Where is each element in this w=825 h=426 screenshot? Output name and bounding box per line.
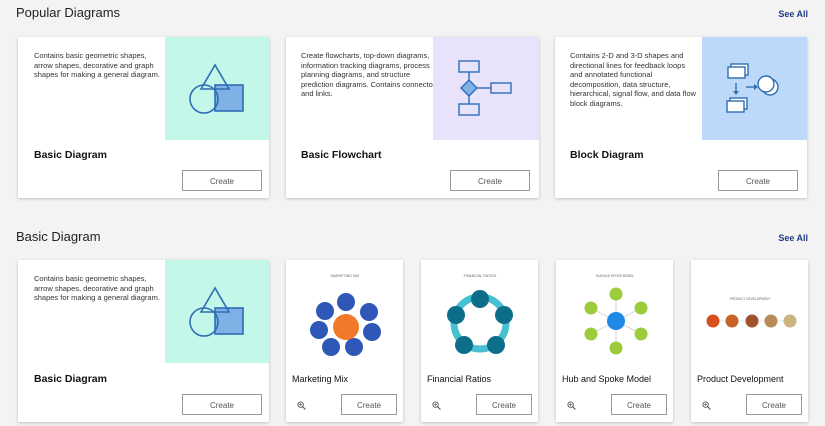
card-description: Contains basic geometric shapes, arrow s… <box>34 51 160 80</box>
template-card-block-diagram[interactable]: Contains 2-D and 3-D shapes and directio… <box>555 37 807 198</box>
flowchart-icon <box>458 60 512 116</box>
create-button[interactable]: Create <box>182 170 262 191</box>
zoom-in-icon[interactable] <box>432 401 441 410</box>
template-title: Financial Ratios <box>427 374 492 384</box>
template-title: Product Development <box>697 374 784 384</box>
card-title: Basic Diagram <box>34 149 107 161</box>
block-diagram-icon <box>726 63 779 113</box>
card-title: Basic Flowchart <box>301 149 382 161</box>
template-card-product-development[interactable]: PRODUCT DEVELOPMENT Product Development … <box>691 260 808 422</box>
card-preview <box>165 37 269 140</box>
card-preview <box>165 260 269 363</box>
template-card-financial-ratios[interactable]: FINANCIAL RATIOS Financial Ratios Create <box>421 260 538 422</box>
card-description: Contains basic geometric shapes, arrow s… <box>34 274 160 303</box>
template-thumbnail: MARKETING MIX <box>291 265 398 361</box>
template-thumbnail: HUB AND SPOKE MODEL <box>561 265 668 361</box>
template-card-marketing-mix[interactable]: MARKETING MIX Marketing Mix Create <box>286 260 403 422</box>
see-all-link-basic-diagram[interactable]: See All <box>778 233 808 243</box>
card-title: Block Diagram <box>570 149 644 161</box>
zoom-in-icon[interactable] <box>702 401 711 410</box>
template-thumbnail: PRODUCT DEVELOPMENT <box>696 265 803 361</box>
card-preview <box>702 37 807 140</box>
create-button[interactable]: Create <box>341 394 397 415</box>
see-all-link-popular[interactable]: See All <box>778 9 808 19</box>
thumb-title: FINANCIAL RATIOS <box>464 274 497 278</box>
card-title: Basic Diagram <box>34 373 107 385</box>
zoom-in-icon[interactable] <box>567 401 576 410</box>
zoom-in-icon[interactable] <box>297 401 306 410</box>
create-button[interactable]: Create <box>450 170 530 191</box>
template-card-basic-diagram[interactable]: Contains basic geometric shapes, arrow s… <box>18 37 269 198</box>
template-title: Marketing Mix <box>292 374 349 384</box>
card-description: Contains 2-D and 3-D shapes and directio… <box>570 51 696 108</box>
thumb-title: HUB AND SPOKE MODEL <box>596 274 634 278</box>
create-button[interactable]: Create <box>746 394 802 415</box>
marketing-mix-thumbnail: MARKETING MIX <box>310 274 381 356</box>
create-button[interactable]: Create <box>611 394 667 415</box>
create-button[interactable]: Create <box>182 394 262 415</box>
template-thumbnail: FINANCIAL RATIOS <box>426 265 533 361</box>
hub-and-spoke-thumbnail: HUB AND SPOKE MODEL <box>584 274 648 355</box>
thumb-title: PRODUCT DEVELOPMENT <box>730 297 771 301</box>
section-title-basic-diagram: Basic Diagram <box>16 229 101 244</box>
basic-shapes-icon <box>189 286 244 337</box>
product-development-thumbnail: PRODUCT DEVELOPMENT <box>706 297 797 328</box>
create-button[interactable]: Create <box>718 170 798 191</box>
thumb-title: MARKETING MIX <box>331 274 360 278</box>
create-button[interactable]: Create <box>476 394 532 415</box>
financial-ratios-thumbnail: FINANCIAL RATIOS <box>447 274 513 354</box>
card-preview <box>433 37 539 140</box>
card-description: Create flowcharts, top-down diagrams, in… <box>301 51 439 99</box>
template-title: Hub and Spoke Model <box>562 374 652 384</box>
template-card-basic-diagram-main[interactable]: Contains basic geometric shapes, arrow s… <box>18 260 269 422</box>
basic-shapes-icon <box>189 63 244 114</box>
section-title-popular: Popular Diagrams <box>16 5 121 20</box>
template-card-hub-and-spoke-model[interactable]: HUB AND SPOKE MODEL Hub and Spoke Model … <box>556 260 673 422</box>
template-card-basic-flowchart[interactable]: Create flowcharts, top-down diagrams, in… <box>286 37 539 198</box>
